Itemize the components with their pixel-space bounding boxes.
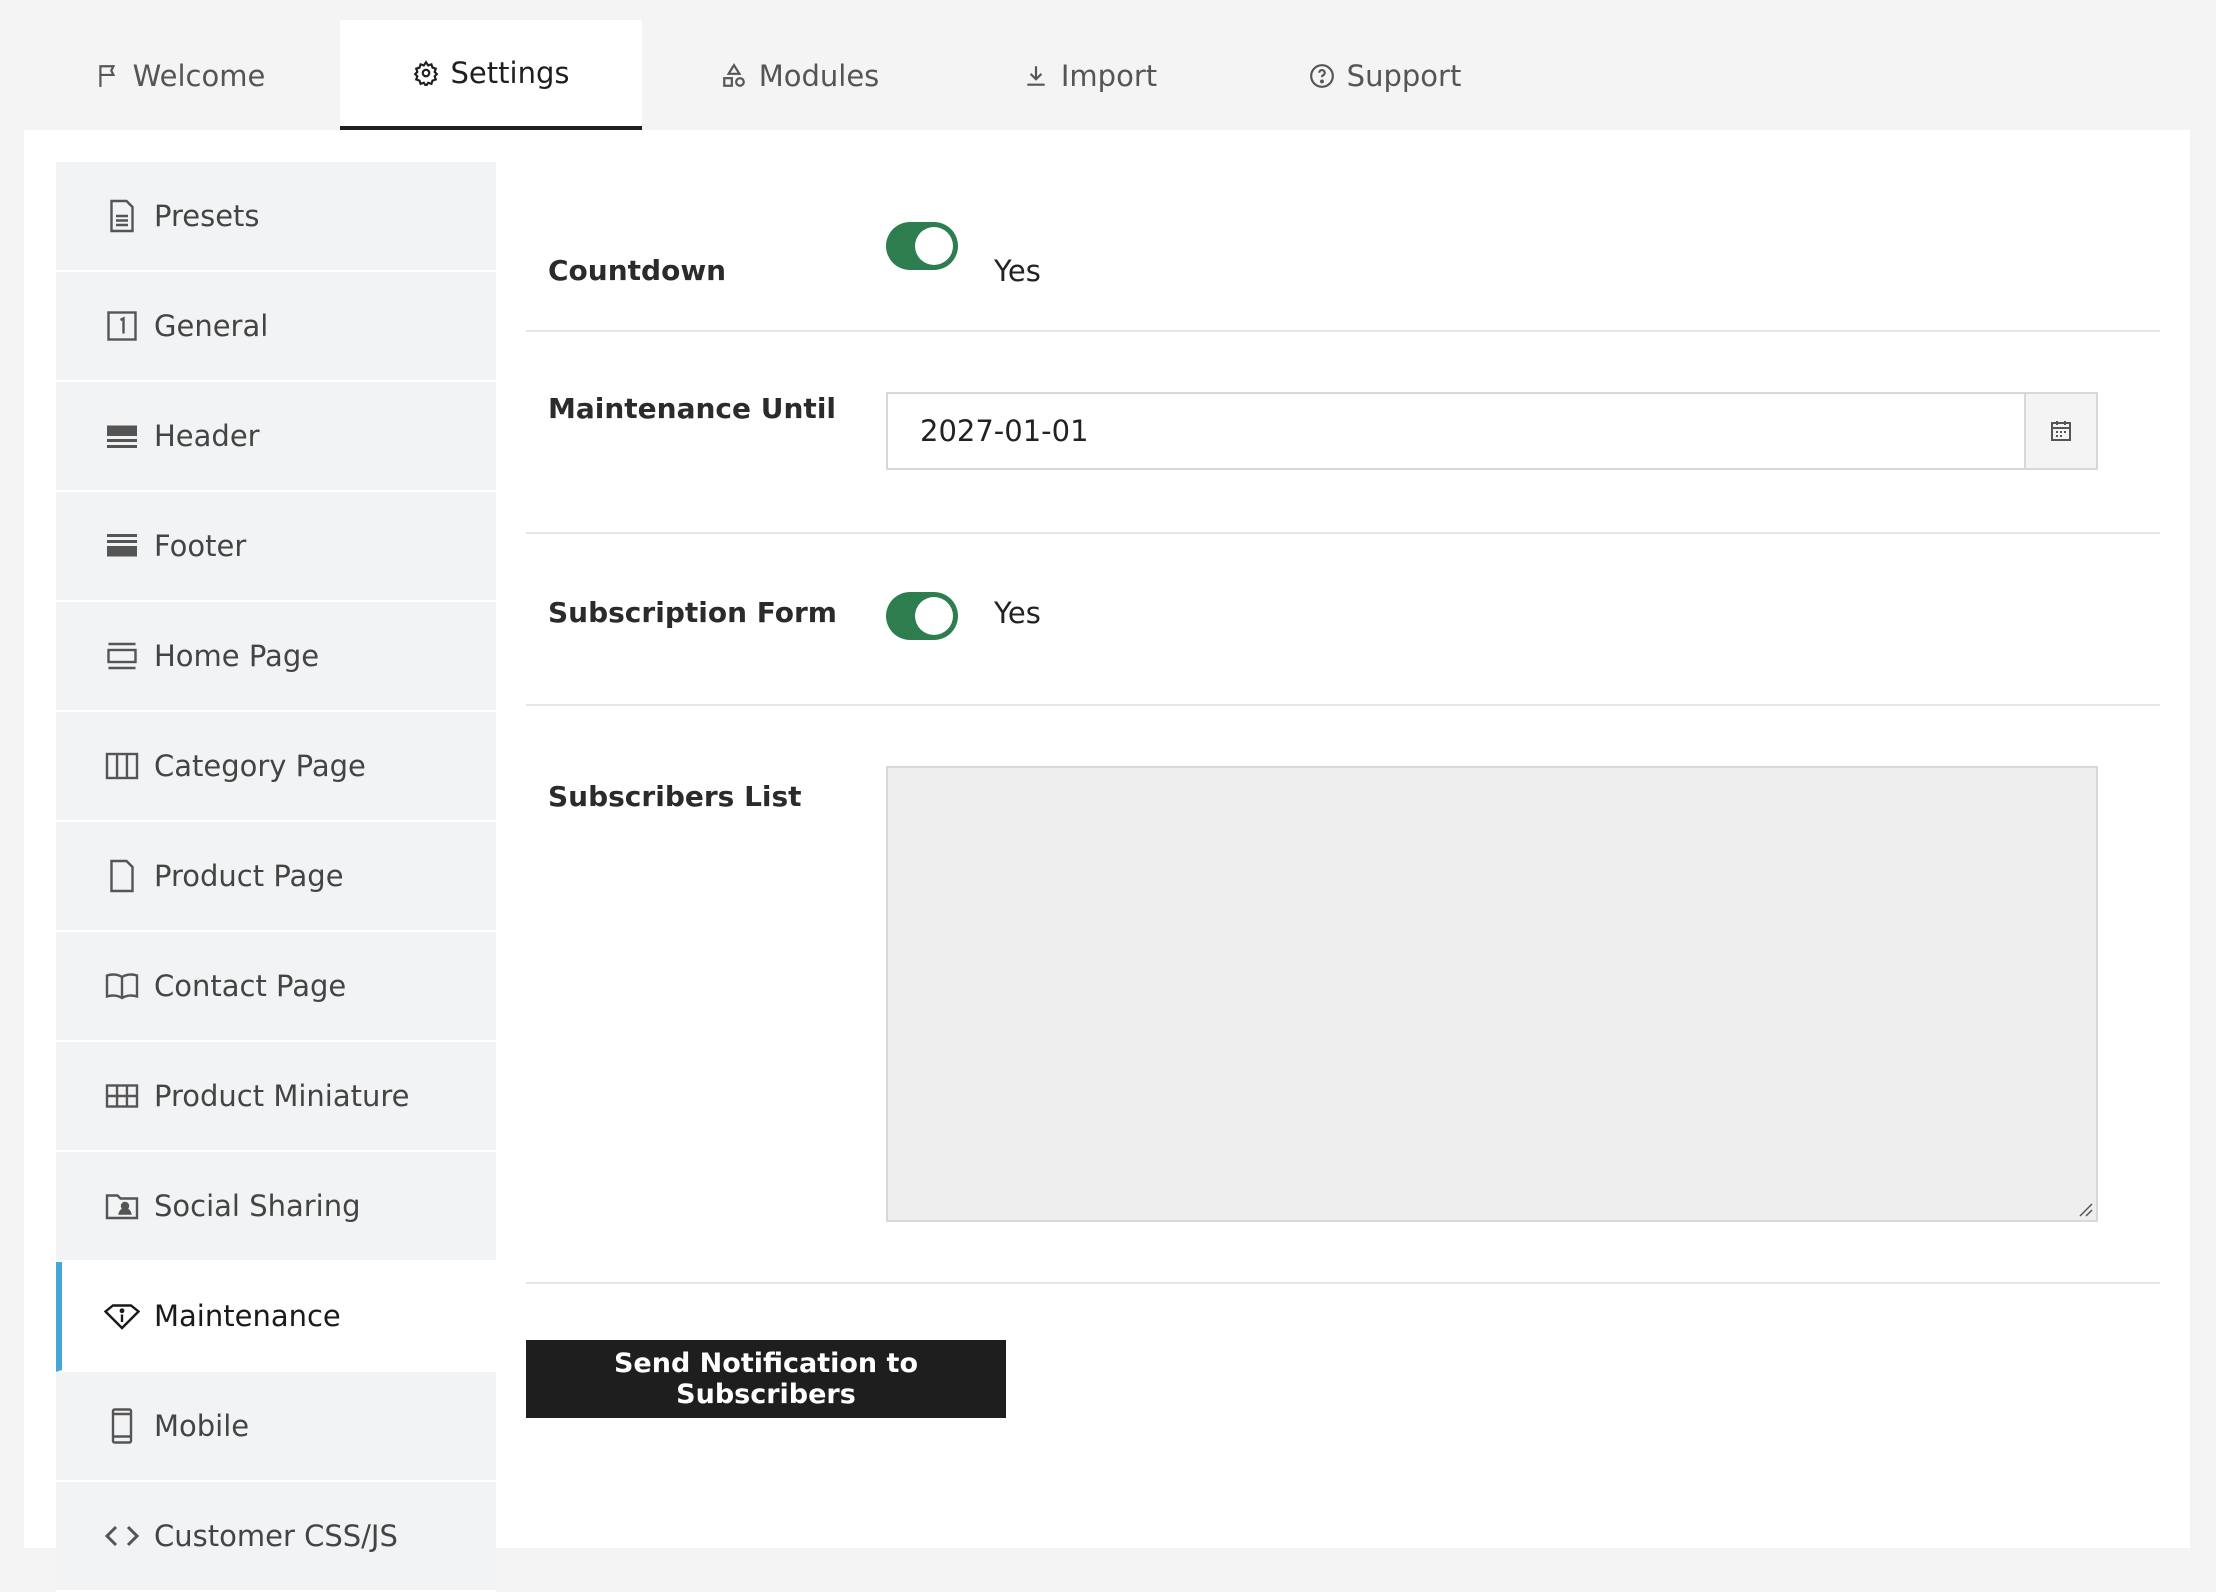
tab-modules[interactable]: Modules: [700, 20, 900, 132]
sidebar-item-social-sharing[interactable]: Social Sharing: [56, 1152, 496, 1262]
sidebar-item-home-page[interactable]: Home Page: [56, 602, 496, 712]
sidebar-item-label: Maintenance: [154, 1299, 341, 1333]
tab-label: Settings: [450, 56, 570, 90]
columns-icon: [105, 752, 139, 780]
sidebar-item-label: Category Page: [154, 749, 366, 783]
tab-support[interactable]: Support: [1300, 20, 1470, 132]
sidebar-item-general[interactable]: General: [56, 272, 496, 382]
countdown-toggle-text: Yes: [994, 254, 1041, 288]
folder-user-icon: [105, 1194, 139, 1220]
page-icon: [110, 859, 134, 893]
calendar-button[interactable]: [2024, 394, 2096, 468]
sidebar-item-label: Home Page: [154, 639, 320, 673]
download-icon: [1027, 66, 1045, 86]
tab-label: Welcome: [132, 59, 266, 93]
footer-icon: [107, 534, 137, 557]
resize-grip-icon[interactable]: [2076, 1200, 2094, 1218]
countdown-label: Countdown: [548, 254, 727, 287]
settings-sidebar: Presets General Header Footer Home Page …: [56, 162, 496, 1592]
gear-icon: [413, 60, 438, 86]
subscription-form-toggle[interactable]: [886, 592, 958, 640]
subscription-form-label: Subscription Form: [548, 596, 837, 629]
tab-settings[interactable]: Settings: [340, 20, 642, 132]
mobile-icon: [111, 1408, 133, 1444]
number-one-icon: [107, 311, 137, 341]
maintenance-until-input[interactable]: [888, 394, 2024, 468]
sidebar-item-label: Product Page: [154, 859, 344, 893]
subscribers-list-textarea[interactable]: [886, 766, 2098, 1222]
maintenance-form: Countdown Yes Maintenance Until Subscrip…: [526, 162, 2160, 1284]
sidebar-item-label: Footer: [154, 529, 247, 563]
subscription-form-row: Subscription Form Yes: [526, 534, 2160, 706]
grid-icon: [105, 1084, 139, 1108]
sidebar-item-customer-css-js[interactable]: Customer CSS/JS: [56, 1482, 496, 1592]
sidebar-item-label: Header: [154, 419, 260, 453]
subscribers-list-label: Subscribers List: [548, 780, 802, 813]
calendar-icon: [2051, 421, 2071, 441]
sidebar-item-label: General: [154, 309, 269, 343]
sidebar-item-label: Social Sharing: [154, 1189, 361, 1223]
help-circle-icon: [1309, 64, 1334, 88]
sidebar-item-presets[interactable]: Presets: [56, 162, 496, 272]
sidebar-item-label: Product Miniature: [154, 1079, 410, 1113]
sidebar-item-label: Presets: [154, 199, 260, 233]
subscription-form-toggle-text: Yes: [994, 596, 1041, 630]
send-notification-button[interactable]: Send Notification to Subscribers: [526, 1340, 1006, 1418]
sidebar-item-label: Mobile: [154, 1409, 250, 1443]
countdown-toggle[interactable]: [886, 222, 958, 270]
sidebar-item-maintenance[interactable]: Maintenance: [56, 1262, 496, 1372]
subscribers-list-row: Subscribers List: [526, 706, 2160, 1284]
sidebar-item-header[interactable]: Header: [56, 382, 496, 492]
sidebar-item-mobile[interactable]: Mobile: [56, 1372, 496, 1482]
shapes-icon: [722, 63, 745, 87]
sidebar-item-category-page[interactable]: Category Page: [56, 712, 496, 822]
sidebar-item-product-miniature[interactable]: Product Miniature: [56, 1042, 496, 1152]
book-icon: [105, 973, 139, 1000]
maintenance-until-row: Maintenance Until: [526, 332, 2160, 534]
flag-icon: [99, 65, 115, 87]
header-icon: [107, 425, 137, 448]
settings-panel: Presets General Header Footer Home Page …: [24, 130, 2190, 1592]
tab-welcome[interactable]: Welcome: [80, 20, 280, 132]
tab-import[interactable]: Import: [1010, 20, 1170, 132]
maintenance-until-field: [886, 392, 2098, 470]
countdown-row: Countdown Yes: [526, 162, 2160, 332]
home-page-icon: [107, 642, 137, 670]
diamond-info-icon: [104, 1304, 140, 1330]
maintenance-until-label: Maintenance Until: [548, 392, 837, 425]
sidebar-item-footer[interactable]: Footer: [56, 492, 496, 602]
sidebar-item-label: Contact Page: [154, 969, 347, 1003]
top-tabs: Welcome Settings Modules Import Support: [0, 0, 2216, 132]
code-icon: [104, 1525, 140, 1547]
tab-label: Import: [1060, 59, 1158, 93]
document-icon: [110, 199, 134, 233]
tab-label: Modules: [758, 59, 880, 93]
sidebar-item-contact-page[interactable]: Contact Page: [56, 932, 496, 1042]
sidebar-item-product-page[interactable]: Product Page: [56, 822, 496, 932]
tab-label: Support: [1346, 59, 1462, 93]
